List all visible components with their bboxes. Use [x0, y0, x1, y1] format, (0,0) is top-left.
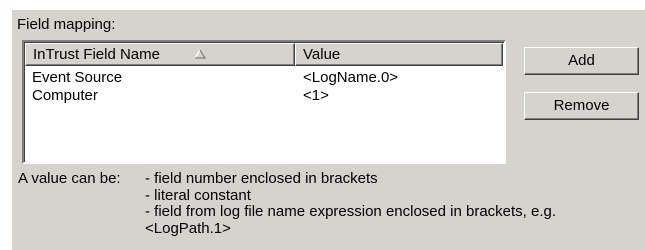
field-name-cell: Event Source	[32, 69, 123, 86]
field-name-cell: Computer	[32, 87, 98, 104]
help-line: - literal constant	[18, 186, 556, 205]
help-line: <LogPath.1>	[18, 219, 556, 238]
help-lead: A value can be:	[18, 170, 121, 187]
help-item: - literal constant	[145, 186, 251, 204]
help-line: - field from log file name expression en…	[18, 203, 557, 221]
remove-button[interactable]: Remove	[524, 92, 639, 120]
table-row[interactable]: Computer <1>	[25, 87, 503, 105]
field-mapping-list[interactable]: InTrust Field Name Value Event Source <L…	[22, 40, 506, 164]
table-row[interactable]: Event Source <LogName.0>	[25, 69, 503, 87]
help-item: <LogPath.1>	[145, 219, 231, 237]
list-header: InTrust Field Name Value	[25, 43, 503, 66]
column-header-intrust-field-name[interactable]: InTrust Field Name	[25, 43, 295, 66]
field-mapping-title: Field mapping:	[17, 16, 116, 33]
list-rows: Event Source <LogName.0> Computer <1>	[25, 69, 503, 105]
help-text: A value can be: - field number enclosed i…	[18, 170, 557, 238]
column-header-label: Value	[303, 46, 341, 63]
help-item: - field number enclosed in brackets	[145, 170, 378, 187]
value-cell: <1>	[303, 87, 329, 104]
add-button[interactable]: Add	[524, 47, 639, 75]
column-header-label: InTrust Field Name	[33, 46, 160, 63]
field-mapping-panel: Field mapping: InTrust Field Name Value …	[12, 10, 645, 250]
sort-ascending-icon	[194, 49, 206, 59]
value-cell: <LogName.0>	[303, 69, 399, 86]
help-line: A value can be: - field number enclosed i…	[18, 170, 556, 188]
column-header-value[interactable]: Value	[295, 43, 503, 66]
help-item: - field from log file name expression en…	[145, 203, 557, 220]
